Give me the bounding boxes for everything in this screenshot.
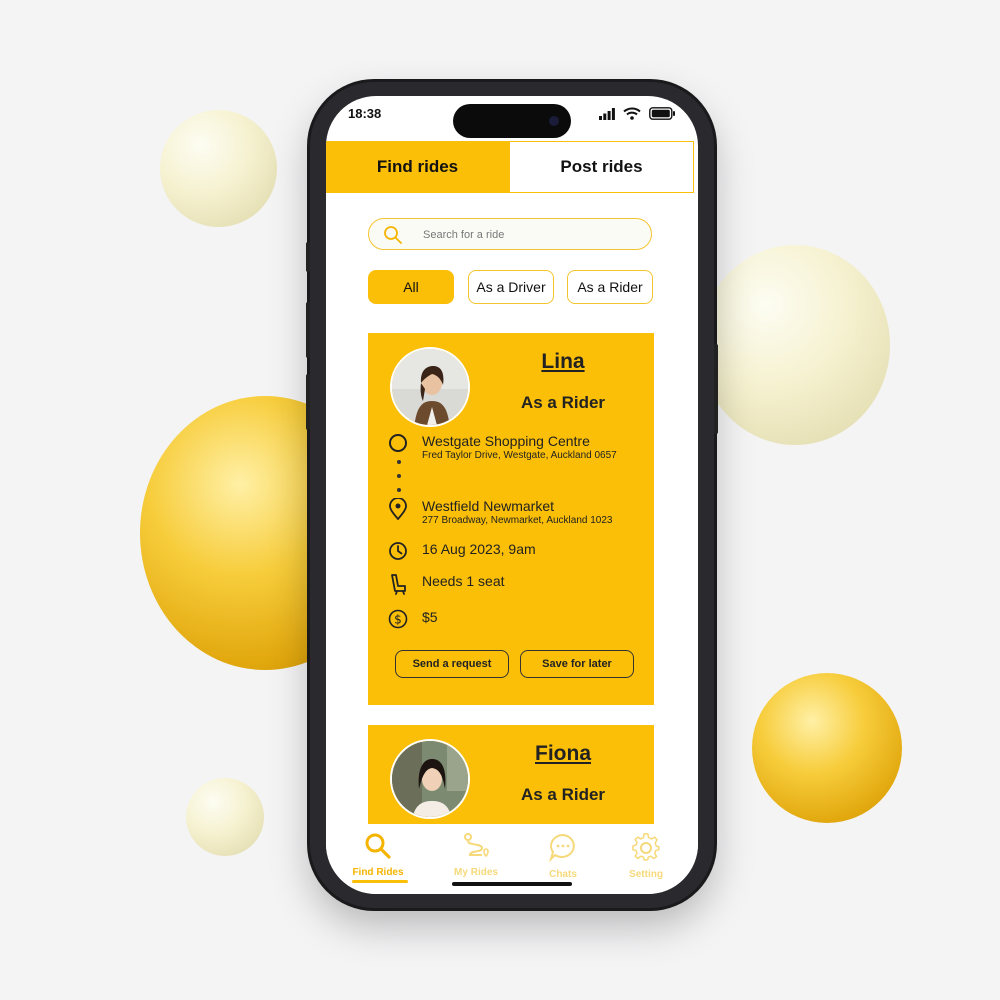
route-icon (462, 833, 490, 864)
search-icon (383, 225, 403, 250)
search-bar[interactable] (368, 218, 652, 250)
tab-find-rides[interactable]: Find rides (326, 141, 509, 193)
gear-icon (631, 833, 661, 866)
clock-icon (388, 541, 408, 566)
datetime-text: 16 Aug 2023, 9am (422, 541, 536, 557)
pickup-address: Fred Taylor Drive, Westgate, Auckland 06… (422, 450, 617, 461)
save-for-later-button[interactable]: Save for later (520, 650, 634, 678)
nav-setting[interactable]: Setting (606, 832, 686, 880)
route-dot (397, 460, 401, 464)
phone-side-button (306, 302, 310, 358)
phone-screen: 18:38 Find rides Post rides Search for a… (326, 96, 698, 894)
decorative-sphere (700, 245, 890, 445)
dropoff-address: 277 Broadway, Newmarket, Auckland 1023 (422, 515, 613, 526)
filter-as-driver[interactable]: As a Driver (468, 270, 554, 304)
rider-role: As a Rider (520, 393, 606, 412)
nav-label: Chats (549, 869, 577, 880)
filter-chips: All As a Driver As a Rider (368, 270, 658, 304)
route-dot (397, 488, 401, 492)
chat-icon (548, 833, 578, 866)
phone-side-button (306, 374, 310, 430)
tab-post-rides[interactable]: Post rides (509, 141, 694, 193)
avatar (390, 739, 470, 819)
dropoff-title: Westfield Newmarket (422, 498, 555, 514)
search-input[interactable] (421, 223, 645, 247)
wifi-icon (623, 107, 641, 125)
nav-chats[interactable]: Chats (523, 832, 603, 880)
signal-icon (599, 107, 615, 125)
location-circle-icon (388, 433, 408, 458)
map-pin-icon (388, 497, 408, 525)
battery-icon (649, 107, 676, 125)
status-bar: 18:38 (326, 96, 698, 138)
svg-text:$: $ (394, 613, 402, 627)
rider-role: As a Rider (520, 785, 606, 804)
price-text: $5 (422, 609, 438, 625)
decorative-sphere (186, 778, 264, 856)
ride-card[interactable]: Fiona As a Rider (368, 725, 654, 835)
phone-frame: 18:38 Find rides Post rides Search for a… (306, 82, 718, 908)
decorative-sphere (160, 110, 277, 227)
nav-my-rides[interactable]: My Rides (436, 832, 516, 878)
dollar-icon: $ (388, 609, 408, 634)
phone-side-button (714, 344, 718, 434)
nav-label: Find Rides (352, 867, 404, 878)
nav-label: Setting (629, 869, 663, 880)
car-seat-icon (388, 573, 408, 600)
avatar (390, 347, 470, 427)
ride-card[interactable]: Lina As a Rider Westgate Shopping Centre… (368, 333, 654, 705)
route-dot (397, 474, 401, 478)
pickup-title: Westgate Shopping Centre (422, 433, 590, 449)
status-time: 18:38 (348, 106, 382, 121)
search-icon (364, 833, 392, 864)
seats-text: Needs 1 seat (422, 573, 505, 589)
dynamic-island (453, 104, 571, 138)
filter-all[interactable]: All (368, 270, 454, 304)
active-tab-indicator (352, 880, 408, 883)
rider-name[interactable]: Fiona (518, 742, 608, 766)
nav-label: My Rides (454, 867, 498, 878)
phone-side-button (306, 242, 310, 272)
home-indicator (452, 882, 572, 886)
filter-as-rider[interactable]: As a Rider (567, 270, 653, 304)
ride-tabs: Find rides Post rides (326, 141, 698, 193)
send-request-button[interactable]: Send a request (395, 650, 509, 678)
decorative-sphere (752, 673, 902, 823)
rider-name[interactable]: Lina (518, 350, 608, 374)
nav-find-rides[interactable]: Find Rides (338, 832, 418, 878)
